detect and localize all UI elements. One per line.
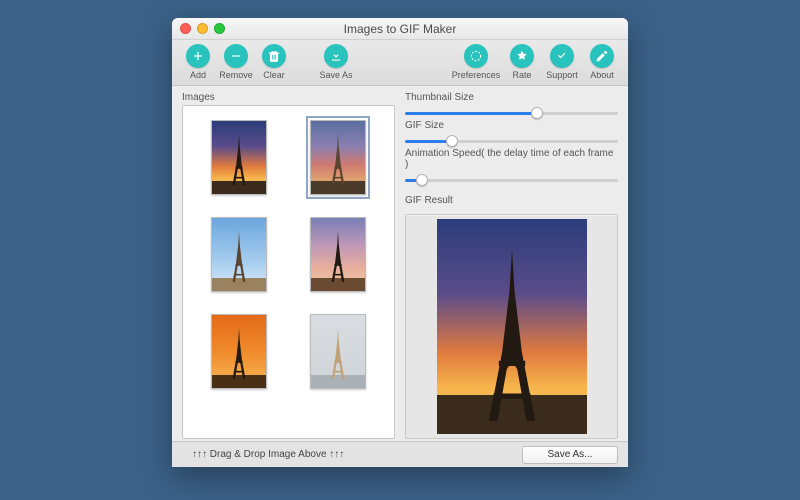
gear-dashed-icon bbox=[464, 44, 488, 68]
animation-speed-slider-label: Animation Speed( the delay time of each … bbox=[405, 148, 618, 170]
close-icon[interactable] bbox=[180, 23, 191, 34]
preferences-button[interactable]: Preferences bbox=[452, 44, 500, 80]
save-as-button[interactable]: Save As bbox=[316, 44, 356, 80]
toolbar-label: Save As bbox=[319, 70, 352, 80]
minimize-icon[interactable] bbox=[197, 23, 208, 34]
footer: ↑↑↑ Drag & Drop Image Above ↑↑↑ Save As.… bbox=[172, 441, 628, 467]
window-controls bbox=[180, 23, 225, 34]
star-icon bbox=[510, 44, 534, 68]
images-label: Images bbox=[182, 92, 395, 103]
content-area: Images Thumbnail Size GIF Size Animation… bbox=[172, 86, 628, 441]
thumbnail-1[interactable] bbox=[211, 120, 267, 195]
toolbar-label: Support bbox=[546, 70, 578, 80]
toolbar: Add Remove Clear Save As Preferences Rat… bbox=[172, 40, 628, 86]
gif-size-slider-row: GIF Size bbox=[405, 120, 618, 148]
window-title: Images to GIF Maker bbox=[344, 22, 457, 36]
minus-icon bbox=[224, 44, 248, 68]
zoom-icon[interactable] bbox=[214, 23, 225, 34]
remove-button[interactable]: Remove bbox=[220, 44, 252, 80]
gif-result-image bbox=[437, 219, 587, 434]
toolbar-label: Preferences bbox=[452, 70, 501, 80]
thumbnail-size-slider-label: Thumbnail Size bbox=[405, 92, 618, 103]
clear-button[interactable]: Clear bbox=[258, 44, 290, 80]
check-circle-icon bbox=[550, 44, 574, 68]
support-button[interactable]: Support bbox=[544, 44, 580, 80]
thumbnail-4[interactable] bbox=[310, 217, 366, 292]
trash-icon bbox=[262, 44, 286, 68]
thumbnail-3[interactable] bbox=[211, 217, 267, 292]
animation-speed-slider-row: Animation Speed( the delay time of each … bbox=[405, 148, 618, 187]
gif-size-slider-label: GIF Size bbox=[405, 120, 618, 131]
save-as-footer-button[interactable]: Save As... bbox=[522, 446, 618, 464]
slider-knob-icon[interactable] bbox=[446, 135, 458, 147]
images-panel: Images bbox=[182, 92, 395, 439]
gif-result-box bbox=[405, 214, 618, 439]
slider-knob-icon[interactable] bbox=[416, 174, 428, 186]
settings-panel: Thumbnail Size GIF Size Animation Speed(… bbox=[405, 92, 618, 439]
titlebar: Images to GIF Maker bbox=[172, 18, 628, 40]
toolbar-label: Remove bbox=[219, 70, 253, 80]
thumbnail-6[interactable] bbox=[310, 314, 366, 389]
toolbar-label: Rate bbox=[512, 70, 531, 80]
gif-result-label: GIF Result bbox=[405, 195, 618, 206]
thumbnail-size-slider[interactable] bbox=[405, 106, 618, 120]
animation-speed-slider[interactable] bbox=[405, 173, 618, 187]
toolbar-label: About bbox=[590, 70, 614, 80]
thumbnail-size-slider-row: Thumbnail Size bbox=[405, 92, 618, 120]
pencil-icon bbox=[590, 44, 614, 68]
download-icon bbox=[324, 44, 348, 68]
sliders-group: Thumbnail Size GIF Size Animation Speed(… bbox=[405, 92, 618, 187]
add-button[interactable]: Add bbox=[182, 44, 214, 80]
plus-icon bbox=[186, 44, 210, 68]
gif-size-slider[interactable] bbox=[405, 134, 618, 148]
toolbar-label: Clear bbox=[263, 70, 285, 80]
about-button[interactable]: About bbox=[586, 44, 618, 80]
toolbar-label: Add bbox=[190, 70, 206, 80]
thumbnail-2[interactable] bbox=[310, 120, 366, 195]
images-drop-area[interactable] bbox=[182, 105, 395, 439]
thumbnail-grid bbox=[191, 118, 386, 391]
rate-button[interactable]: Rate bbox=[506, 44, 538, 80]
app-window: Images to GIF Maker Add Remove Clear Sav… bbox=[172, 18, 628, 467]
drag-drop-hint: ↑↑↑ Drag & Drop Image Above ↑↑↑ bbox=[182, 449, 512, 460]
slider-knob-icon[interactable] bbox=[531, 107, 543, 119]
thumbnail-5[interactable] bbox=[211, 314, 267, 389]
